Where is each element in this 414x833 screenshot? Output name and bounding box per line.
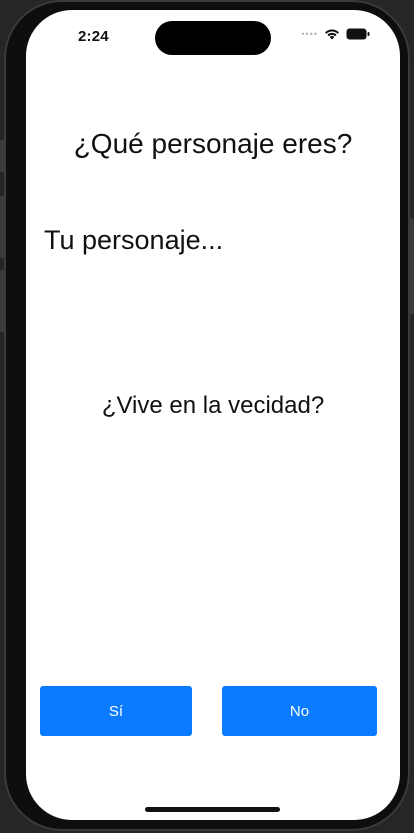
volume-down-button	[0, 270, 6, 332]
status-time: 2:24	[78, 28, 109, 45]
yes-button[interactable]: Sí	[40, 686, 192, 736]
question-text: ¿Vive en la vecidad?	[101, 392, 325, 419]
volume-up-button	[0, 196, 6, 258]
app-screen: 2:24 •••• ¿Qué personaje eres? Tu person…	[26, 10, 400, 820]
action-button	[0, 140, 6, 172]
battery-icon	[346, 28, 370, 40]
dynamic-island	[155, 21, 271, 55]
wifi-icon	[325, 29, 339, 40]
status-icons: ••••	[301, 28, 370, 40]
cellular-dots-icon: ••••	[301, 29, 318, 39]
character-result-label: Tu personaje...	[44, 225, 224, 255]
phone-frame: 2:24 •••• ¿Qué personaje eres? Tu person…	[0, 0, 414, 831]
home-indicator[interactable]	[145, 807, 280, 812]
power-button	[408, 218, 414, 314]
no-button[interactable]: No	[222, 686, 377, 736]
page-title: ¿Qué personaje eres?	[73, 128, 353, 159]
